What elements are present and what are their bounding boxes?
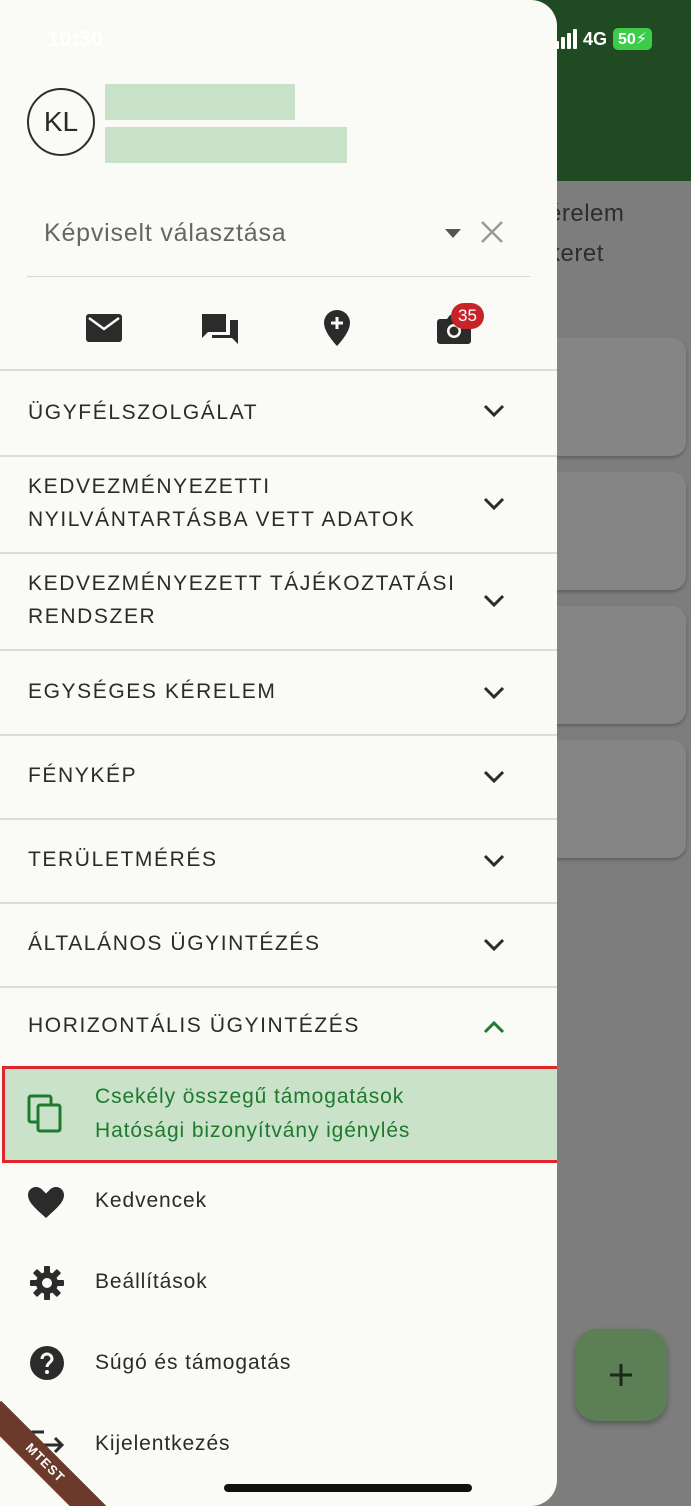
mail-icon[interactable] [86, 314, 122, 342]
section-horizontalis-ugyintezes[interactable]: HORIZONTÁLIS ÜGYINTÉZÉS [0, 987, 557, 1065]
plus-icon [610, 1364, 632, 1386]
menu-item-kijelentkezes[interactable]: Kijelentkezés [0, 1414, 557, 1474]
navigation-drawer: KL Képviselt választása 35 ÜGYFÉLSZOLGÁL… [0, 0, 557, 1506]
highlighted-item-line2: Hatósági bizonyítvány igénylés [95, 1119, 411, 1142]
section-label: ÁLTALÁNOS ÜGYINTÉZÉS [28, 932, 321, 955]
avatar[interactable]: KL [27, 88, 95, 156]
represented-select[interactable]: Képviselt választása [27, 205, 530, 277]
menu-item-label: Súgó és támogatás [95, 1351, 292, 1374]
section-label: HORIZONTÁLIS ÜGYINTÉZÉS [28, 1014, 360, 1037]
status-time: 10:30 [47, 26, 104, 51]
chevron-up-icon [483, 1020, 505, 1034]
chevron-down-icon [483, 770, 505, 784]
help-icon [30, 1346, 64, 1380]
background-text-1: érelem [548, 200, 625, 227]
heart-icon [28, 1187, 64, 1218]
highlighted-item-text: Csekély összegű támogatások Hatósági biz… [95, 1080, 410, 1148]
menu-item-kedvencek[interactable]: Kedvencek [0, 1171, 557, 1231]
battery-level: 50 [618, 31, 636, 48]
background-card [540, 740, 686, 858]
forum-icon[interactable] [202, 312, 238, 346]
section-kedvezmenyezetti-adatok[interactable]: KEDVEZMÉNYEZETTI NYILVÁNTARTÁSBA VETT AD… [0, 456, 557, 552]
menu-item-beallitasok[interactable]: Beállítások [0, 1252, 557, 1312]
dropdown-arrow-icon[interactable] [445, 229, 461, 239]
background-card [540, 472, 686, 590]
chevron-down-icon [483, 938, 505, 952]
add-location-icon[interactable] [324, 310, 350, 346]
battery-icon: 50⚡ [613, 28, 653, 50]
camera-badge: 35 [451, 303, 484, 329]
section-egyseges-kerelem[interactable]: EGYSÉGES KÉRELEM [0, 650, 557, 734]
section-label: EGYSÉGES KÉRELEM [28, 680, 277, 703]
redacted-user-name [105, 84, 295, 120]
section-label: KEDVEZMÉNYEZETTI NYILVÁNTARTÁSBA VETT AD… [28, 475, 416, 531]
chevron-down-icon [483, 497, 505, 511]
clear-icon[interactable] [479, 219, 505, 245]
section-fenykep[interactable]: FÉNYKÉP [0, 735, 557, 818]
gear-icon [30, 1266, 64, 1300]
highlighted-item-line1: Csekély összegű támogatások [95, 1085, 405, 1108]
copy-icon [27, 1094, 62, 1133]
section-label: FÉNYKÉP [28, 764, 138, 787]
section-label: ÜGYFÉLSZOLGÁLAT [28, 401, 259, 424]
network-type: 4G [583, 28, 608, 49]
chevron-down-icon [483, 594, 505, 608]
represented-select-label: Képviselt választása [44, 219, 287, 247]
home-indicator[interactable] [224, 1484, 472, 1492]
section-teruletmeres[interactable]: TERÜLETMÉRÉS [0, 819, 557, 902]
menu-item-label: Kijelentkezés [95, 1432, 231, 1455]
signal-icon [555, 29, 577, 49]
chevron-down-icon [483, 404, 505, 418]
redacted-user-id [105, 127, 347, 163]
section-altalanos-ugyintezes[interactable]: ÁLTALÁNOS ÜGYINTÉZÉS [0, 903, 557, 986]
avatar-initials: KL [43, 106, 79, 137]
section-label: KEDVEZMÉNYEZETT TÁJÉKOZTATÁSI RENDSZER [28, 572, 456, 628]
background-card [540, 338, 686, 456]
menu-item-label: Kedvencek [95, 1189, 208, 1212]
menu-item-label: Beállítások [95, 1270, 208, 1293]
status-indicators: 4G 50⚡ [555, 28, 653, 50]
section-tajekoztatasi-rendszer[interactable]: KEDVEZMÉNYEZETT TÁJÉKOZTATÁSI RENDSZER [0, 553, 557, 649]
chevron-down-icon [483, 686, 505, 700]
section-label: TERÜLETMÉRÉS [28, 848, 218, 871]
section-ugyfelszolgalat[interactable]: ÜGYFÉLSZOLGÁLAT [0, 371, 557, 455]
menu-item-sugo[interactable]: Súgó és támogatás [0, 1333, 557, 1393]
chevron-down-icon [483, 854, 505, 868]
add-fab-button[interactable] [575, 1329, 667, 1421]
background-card [540, 606, 686, 724]
